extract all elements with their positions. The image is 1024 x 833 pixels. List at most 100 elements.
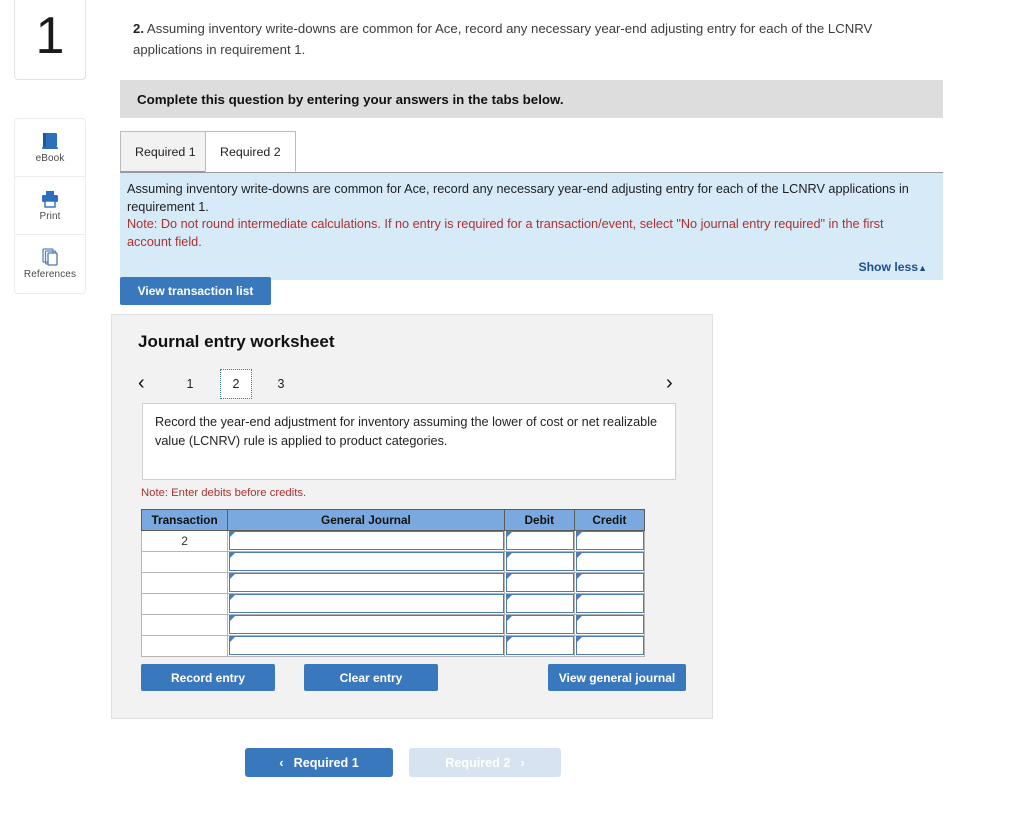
general-journal-input[interactable]	[229, 552, 504, 571]
clear-entry-button[interactable]: Clear entry	[304, 664, 438, 691]
debit-input[interactable]	[505, 531, 574, 550]
tab-required-1[interactable]: Required 1	[120, 131, 211, 172]
general-journal-input[interactable]	[229, 636, 504, 655]
cell-credit	[573, 614, 646, 636]
general-journal-input[interactable]	[229, 573, 504, 592]
dropdown-marker-icon	[230, 595, 236, 600]
credit-input[interactable]	[575, 573, 644, 592]
debit-input[interactable]	[505, 573, 574, 592]
dropdown-marker-icon	[506, 637, 512, 642]
dropdown-marker-icon	[576, 574, 582, 579]
pager-prev-icon[interactable]: ‹	[138, 370, 145, 396]
tool-references-label: References	[23, 269, 77, 280]
exercise-page: 1 eBook Print References 2. Assuming inv…	[0, 0, 1024, 833]
next-requirement-button[interactable]: Required 2 ›	[409, 748, 561, 777]
table-row	[140, 551, 646, 573]
general-journal-input[interactable]	[229, 594, 504, 613]
references-icon	[39, 248, 61, 266]
tool-panel: eBook Print References	[14, 118, 86, 294]
table-header-row: Transaction General Journal Debit Credit	[140, 509, 646, 531]
cell-transaction: 2	[140, 530, 229, 552]
view-general-journal-button[interactable]: View general journal	[548, 664, 686, 691]
debit-input[interactable]	[505, 594, 574, 613]
cell-general-journal	[227, 530, 505, 552]
dropdown-marker-icon	[506, 574, 512, 579]
credit-input[interactable]	[575, 615, 644, 634]
debit-input[interactable]	[505, 636, 574, 655]
pager-next-icon[interactable]: ›	[666, 370, 673, 396]
next-requirement-label: Required 2	[445, 755, 511, 770]
cell-transaction	[140, 551, 229, 573]
cell-credit	[573, 530, 646, 552]
view-transaction-list-button[interactable]: View transaction list	[120, 277, 271, 305]
cell-general-journal	[227, 635, 505, 657]
cell-debit	[503, 635, 575, 657]
cell-transaction	[140, 593, 229, 615]
prev-requirement-button[interactable]: ‹ Required 1	[245, 748, 393, 777]
table-row	[140, 593, 646, 615]
dropdown-marker-icon	[230, 553, 236, 558]
general-journal-input[interactable]	[229, 531, 504, 550]
tool-print[interactable]: Print	[15, 177, 85, 235]
cell-debit	[503, 593, 575, 615]
journal-entry-worksheet: Journal entry worksheet ‹ 1 2 3 › Record…	[111, 314, 713, 719]
show-less-link[interactable]: Show less▲	[127, 260, 927, 274]
debits-before-credits-note: Note: Enter debits before credits.	[141, 487, 307, 499]
dropdown-marker-icon	[506, 616, 512, 621]
cell-credit	[573, 572, 646, 594]
dropdown-marker-icon	[576, 553, 582, 558]
complete-question-banner: Complete this question by entering your …	[120, 80, 943, 118]
tool-ebook[interactable]: eBook	[15, 119, 85, 177]
printer-icon	[39, 190, 61, 208]
cell-transaction	[140, 635, 229, 657]
credit-input[interactable]	[575, 552, 644, 571]
tool-print-label: Print	[39, 210, 61, 222]
cell-credit	[573, 635, 646, 657]
cell-debit	[503, 530, 575, 552]
table-row: 2	[140, 530, 646, 552]
table-row	[140, 614, 646, 636]
credit-input[interactable]	[575, 636, 644, 655]
dropdown-marker-icon	[230, 616, 236, 621]
record-entry-button[interactable]: Record entry	[141, 664, 275, 691]
general-journal-input[interactable]	[229, 615, 504, 634]
pager-page-3[interactable]: 3	[265, 369, 297, 399]
tab-required-2-label: Required 2	[220, 144, 281, 159]
dropdown-marker-icon	[506, 553, 512, 558]
tool-references[interactable]: References	[15, 235, 85, 293]
dropdown-marker-icon	[506, 532, 512, 537]
tab-required-2[interactable]: Required 2	[205, 131, 296, 172]
question-number: 1	[35, 7, 65, 65]
cell-credit	[573, 551, 646, 573]
header-debit: Debit	[503, 509, 575, 531]
debit-input[interactable]	[505, 552, 574, 571]
chevron-left-icon: ‹	[279, 755, 284, 770]
cell-debit	[503, 614, 575, 636]
table-row	[140, 635, 646, 657]
cell-general-journal	[227, 572, 505, 594]
worksheet-button-row: Record entry Clear entry View general jo…	[141, 664, 686, 694]
header-general-journal: General Journal	[227, 509, 505, 531]
dropdown-marker-icon	[576, 532, 582, 537]
cell-general-journal	[227, 551, 505, 573]
instructions-text: Assuming inventory write-downs are commo…	[127, 182, 909, 214]
dropdown-marker-icon	[506, 595, 512, 600]
complete-question-banner-text: Complete this question by entering your …	[137, 91, 564, 107]
debit-input[interactable]	[505, 615, 574, 634]
cell-debit	[503, 551, 575, 573]
credit-input[interactable]	[575, 531, 644, 550]
tab-required-1-label: Required 1	[135, 144, 196, 159]
cell-general-journal	[227, 614, 505, 636]
requirement-body: Assuming inventory write-downs are commo…	[133, 21, 873, 57]
cell-credit	[573, 593, 646, 615]
dropdown-marker-icon	[576, 637, 582, 642]
instructions-panel: Assuming inventory write-downs are commo…	[120, 173, 943, 280]
scenario-description: Record the year-end adjustment for inven…	[142, 403, 676, 480]
table-row	[140, 572, 646, 594]
requirement-number: 2.	[133, 21, 144, 36]
credit-input[interactable]	[575, 594, 644, 613]
pager-page-1[interactable]: 1	[174, 369, 206, 399]
instructions-note: Note: Do not round intermediate calculat…	[127, 217, 884, 249]
pager-page-2[interactable]: 2	[220, 369, 252, 399]
ebook-icon	[40, 132, 60, 150]
